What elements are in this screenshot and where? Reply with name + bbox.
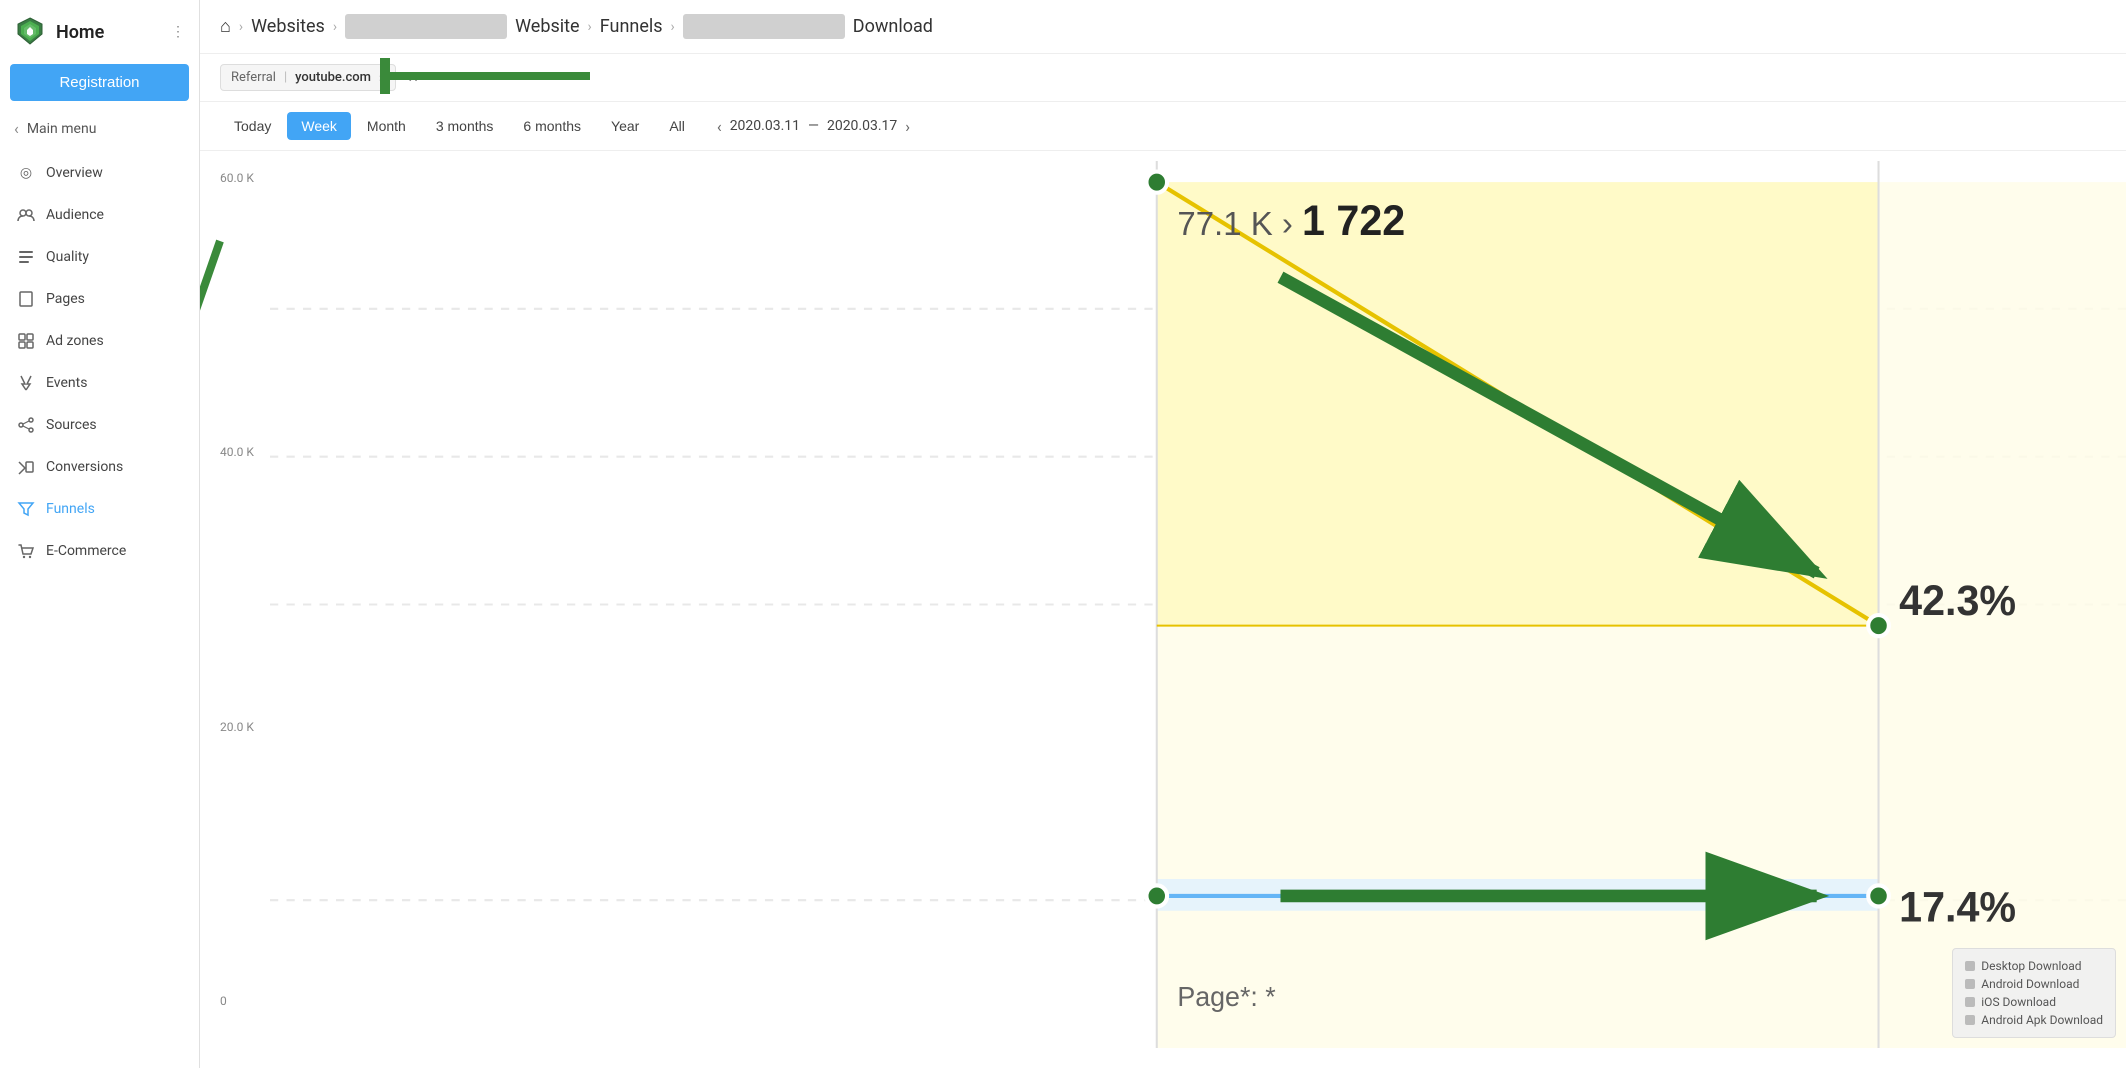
sidebar-item-sources[interactable]: Sources	[0, 404, 199, 446]
sidebar-item-conversions-label: Conversions	[46, 459, 123, 475]
y-label-60k: 60.0 K	[220, 171, 254, 185]
sidebar: Home ⋮ Registration ‹ Main menu ◎ Overvi…	[0, 0, 200, 1068]
sidebar-item-funnels-label: Funnels	[46, 501, 95, 517]
sidebar-item-overview[interactable]: ◎ Overview	[0, 152, 199, 194]
sidebar-item-adzones-label: Ad zones	[46, 333, 104, 349]
tab-3months[interactable]: 3 months	[422, 112, 508, 140]
svg-text:42.3%: 42.3%	[1899, 577, 2016, 625]
sidebar-item-conversions[interactable]: Conversions	[0, 446, 199, 488]
y-label-40k: 40.0 K	[220, 445, 254, 459]
sidebar-menu-dots[interactable]: ⋮	[171, 24, 185, 40]
breadcrumb-websites[interactable]: Websites	[251, 16, 325, 37]
sidebar-item-events-label: Events	[46, 375, 87, 391]
sidebar-item-sources-label: Sources	[46, 417, 97, 433]
legend-label-ios: iOS Download	[1981, 995, 2056, 1009]
logo-icon	[14, 16, 46, 48]
sidebar-item-audience[interactable]: Audience	[0, 194, 199, 236]
ecommerce-icon	[16, 541, 36, 561]
filter-referral-tag: Referral | youtube.com ×	[220, 64, 396, 91]
legend-label-desktop: Desktop Download	[1981, 959, 2081, 973]
back-chevron-icon: ‹	[14, 119, 19, 138]
legend-dot-android	[1965, 979, 1975, 989]
tab-all[interactable]: All	[655, 112, 699, 140]
legend-item-desktop: Desktop Download	[1965, 957, 2103, 975]
breadcrumb-sep-3: ›	[588, 19, 592, 35]
quality-icon	[16, 247, 36, 267]
filter-label: Referral	[231, 70, 276, 85]
funnel-chart-container: 77.1 K › 1 722 42.3% 17.4% Page*: *	[270, 161, 2126, 1048]
date-prev-button[interactable]: ‹	[717, 117, 722, 136]
home-icon[interactable]: ⌂	[220, 16, 231, 37]
registration-button[interactable]: Registration	[10, 64, 189, 101]
annotation-arrow-horizontal	[380, 58, 600, 94]
sidebar-item-pages-label: Pages	[46, 291, 85, 307]
adzones-icon	[16, 331, 36, 351]
filter-bar: Referral | youtube.com × ×	[200, 54, 2126, 102]
sources-icon	[16, 415, 36, 435]
sidebar-item-ecommerce-label: E-Commerce	[46, 543, 126, 559]
chart-area: 60.0 K 40.0 K 20.0 K 0	[200, 151, 2126, 1068]
breadcrumb-funnels[interactable]: Funnels	[600, 16, 663, 37]
sidebar-item-quality-label: Quality	[46, 249, 89, 265]
legend-dot-ios	[1965, 997, 1975, 1007]
sidebar-item-events[interactable]: Events	[0, 362, 199, 404]
svg-text:Page*: *: Page*: *	[1177, 980, 1276, 1011]
legend-label-android: Android Download	[1981, 977, 2079, 991]
breadcrumb-download-label: Download	[853, 16, 933, 37]
tab-today[interactable]: Today	[220, 112, 285, 140]
pages-icon	[16, 289, 36, 309]
audience-icon	[16, 205, 36, 225]
legend-dot-apk	[1965, 1015, 1975, 1025]
y-label-20k: 20.0 K	[220, 720, 254, 734]
breadcrumb-funnel-blurred: ████████	[683, 14, 845, 39]
sidebar-item-audience-label: Audience	[46, 207, 104, 223]
date-to: 2020.03.17	[827, 118, 897, 134]
main-menu-label: Main menu	[27, 121, 97, 137]
chart-legend: Desktop Download Android Download iOS Do…	[1952, 948, 2116, 1038]
time-tabs: Today Week Month 3 months 6 months Year …	[200, 102, 2126, 151]
tab-year[interactable]: Year	[597, 112, 653, 140]
breadcrumb-website-blurred: ████████	[345, 14, 507, 39]
sidebar-item-overview-label: Overview	[46, 165, 103, 181]
sidebar-item-adzones[interactable]: Ad zones	[0, 320, 199, 362]
date-range-nav: ‹ 2020.03.11 — 2020.03.17 ›	[717, 117, 910, 136]
tab-6months[interactable]: 6 months	[509, 112, 595, 140]
date-next-button[interactable]: ›	[905, 117, 910, 136]
legend-item-android: Android Download	[1965, 975, 2103, 993]
legend-dot-desktop	[1965, 961, 1975, 971]
tab-month[interactable]: Month	[353, 112, 420, 140]
legend-item-apk: Android Apk Download	[1965, 1011, 2103, 1029]
sidebar-title: Home	[56, 22, 104, 43]
sidebar-logo: Home ⋮	[0, 0, 199, 64]
conversions-icon	[16, 457, 36, 477]
sidebar-item-quality[interactable]: Quality	[0, 236, 199, 278]
breadcrumb-website-label: Website	[515, 16, 579, 37]
sidebar-item-pages[interactable]: Pages	[0, 278, 199, 320]
breadcrumb-sep-1: ›	[239, 19, 243, 35]
y-axis: 60.0 K 40.0 K 20.0 K 0	[220, 171, 254, 1008]
svg-text:17.4%: 17.4%	[1899, 883, 2016, 931]
legend-label-apk: Android Apk Download	[1981, 1013, 2103, 1027]
breadcrumb: ⌂ › Websites › ████████ Website › Funnel…	[200, 0, 2126, 54]
events-icon	[16, 373, 36, 393]
sidebar-nav: ◎ Overview Audience Q	[0, 148, 199, 1068]
date-from: 2020.03.11	[730, 118, 800, 134]
overview-icon: ◎	[16, 163, 36, 183]
main-menu-back[interactable]: ‹ Main menu	[0, 109, 199, 148]
main-content: ⌂ › Websites › ████████ Website › Funnel…	[200, 0, 2126, 1068]
funnels-icon	[16, 499, 36, 519]
breadcrumb-sep-4: ›	[671, 19, 675, 35]
legend-item-ios: iOS Download	[1965, 993, 2103, 1011]
funnel-chart-svg: 77.1 K › 1 722 42.3% 17.4% Page*: *	[270, 161, 2126, 1048]
date-dash: —	[808, 118, 819, 134]
filter-divider: |	[284, 70, 287, 85]
sidebar-item-funnels[interactable]: Funnels	[0, 488, 199, 530]
breadcrumb-sep-2: ›	[333, 19, 337, 35]
y-label-0: 0	[220, 994, 254, 1008]
sidebar-item-ecommerce[interactable]: E-Commerce	[0, 530, 199, 572]
filter-value: youtube.com	[295, 70, 371, 85]
tab-week[interactable]: Week	[287, 112, 351, 140]
